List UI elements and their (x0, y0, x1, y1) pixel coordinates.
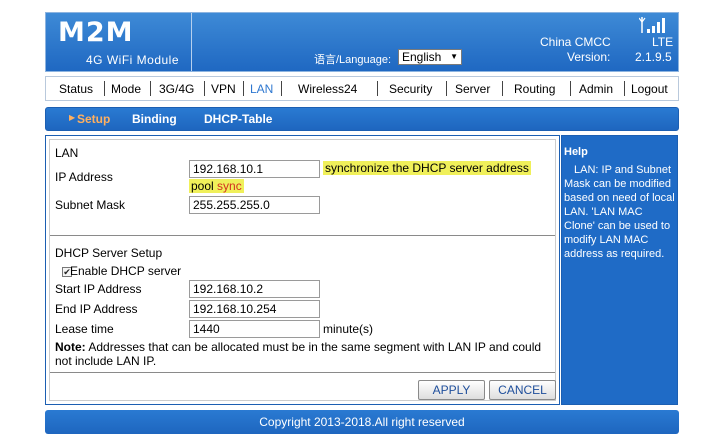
nav-item-logout[interactable]: Logout (631, 82, 668, 96)
note-text-1: Addresses that can be allocated must be … (85, 340, 542, 354)
nav-separator (204, 81, 205, 96)
network-type: LTE (652, 35, 674, 49)
nav-item-admin[interactable]: Admin (579, 82, 613, 96)
signal-strength-icon (639, 17, 665, 33)
apply-button[interactable]: APPLY (418, 380, 485, 400)
subnet-mask-label: Subnet Mask (55, 198, 126, 212)
sync-message-pool-text: pool (191, 179, 214, 193)
caret-right-icon: ▶ (69, 113, 76, 122)
nav-item-security[interactable]: Security (389, 82, 432, 96)
logo: M2M (58, 17, 134, 48)
subtab-setup[interactable]: Setup (77, 112, 110, 126)
header-banner: M2M 4G WiFi Module 语言/Language: English … (45, 12, 679, 72)
end-ip-input[interactable] (189, 300, 320, 318)
nav-separator (243, 81, 244, 96)
note-line-2: not include LAN IP. (55, 354, 157, 368)
nav-item-vpn[interactable]: VPN (211, 82, 236, 96)
logo-subtitle: 4G WiFi Module (86, 53, 180, 67)
nav-item-server[interactable]: Server (455, 82, 490, 96)
nav-item-3g4g[interactable]: 3G/4G (159, 82, 194, 96)
language-select[interactable]: English ▼ (398, 49, 462, 65)
nav-item-mode[interactable]: Mode (111, 82, 141, 96)
section-divider (50, 372, 555, 373)
language-label: 语言/Language: (314, 54, 392, 66)
nav-item-routing[interactable]: Routing (514, 82, 555, 96)
nav-separator (624, 81, 625, 96)
settings-panel: LAN IP Address synchronize the DHCP serv… (45, 135, 560, 405)
subnet-mask-input[interactable] (189, 196, 320, 214)
subtab-dhcp-table[interactable]: DHCP-Table (204, 112, 272, 126)
sync-message: synchronize the DHCP server address (323, 161, 531, 175)
nav-item-lan[interactable]: LAN (250, 82, 273, 96)
language-select-value: English (402, 50, 442, 64)
enable-dhcp-label: Enable DHCP server (70, 264, 182, 278)
version-value: 2.1.9.5 (635, 50, 672, 64)
note-label: Note: (55, 340, 86, 354)
sync-link[interactable]: sync (217, 179, 242, 193)
nav-separator (150, 81, 151, 96)
lease-time-unit: minute(s) (323, 322, 374, 336)
nav-item-wireless24[interactable]: Wireless24 (298, 82, 357, 96)
cancel-button[interactable]: CANCEL (489, 380, 556, 400)
version-label: Version: (567, 50, 611, 64)
nav-separator (570, 81, 571, 96)
main-nav: Status Mode 3G/4G VPN LAN Wireless24 Sec… (45, 76, 679, 101)
sub-nav: ▶ Setup Binding DHCP-Table (45, 107, 679, 131)
footer: Copyright 2013-2018.All right reserved (45, 410, 679, 434)
nav-separator (502, 81, 503, 96)
lease-time-input[interactable] (189, 320, 320, 338)
ip-address-label: IP Address (55, 170, 113, 184)
nav-separator (281, 81, 282, 96)
lan-section-title: LAN (55, 146, 79, 160)
section-divider (50, 235, 555, 236)
settings-form: LAN IP Address synchronize the DHCP serv… (49, 139, 556, 401)
end-ip-label: End IP Address (55, 302, 138, 316)
help-title: Help (564, 146, 588, 158)
ip-address-input[interactable] (189, 160, 320, 178)
help-body: LAN: IP and Subnet Mask can be modified … (564, 164, 675, 260)
start-ip-input[interactable] (189, 280, 320, 298)
nav-separator (104, 81, 105, 96)
dhcp-section-title: DHCP Server Setup (55, 246, 163, 260)
chevron-down-icon: ▼ (450, 52, 458, 61)
router-admin-page: M2M 4G WiFi Module 语言/Language: English … (0, 0, 708, 444)
start-ip-label: Start IP Address (55, 282, 142, 296)
note-line-1: Note: Addresses that can be allocated mu… (55, 340, 541, 354)
carrier-name: China CMCC (540, 35, 611, 49)
nav-item-status[interactable]: Status (59, 82, 93, 96)
sync-message-pool: pool sync (189, 179, 244, 193)
logo-area: M2M 4G WiFi Module (46, 13, 192, 71)
subtab-binding[interactable]: Binding (132, 112, 177, 126)
copyright-text: Copyright 2013-2018.All right reserved (259, 415, 465, 429)
nav-separator (446, 81, 447, 96)
help-panel: Help LAN: IP and Subnet Mask can be modi… (561, 135, 678, 405)
lease-time-label: Lease time (55, 322, 114, 336)
nav-separator (377, 81, 378, 96)
